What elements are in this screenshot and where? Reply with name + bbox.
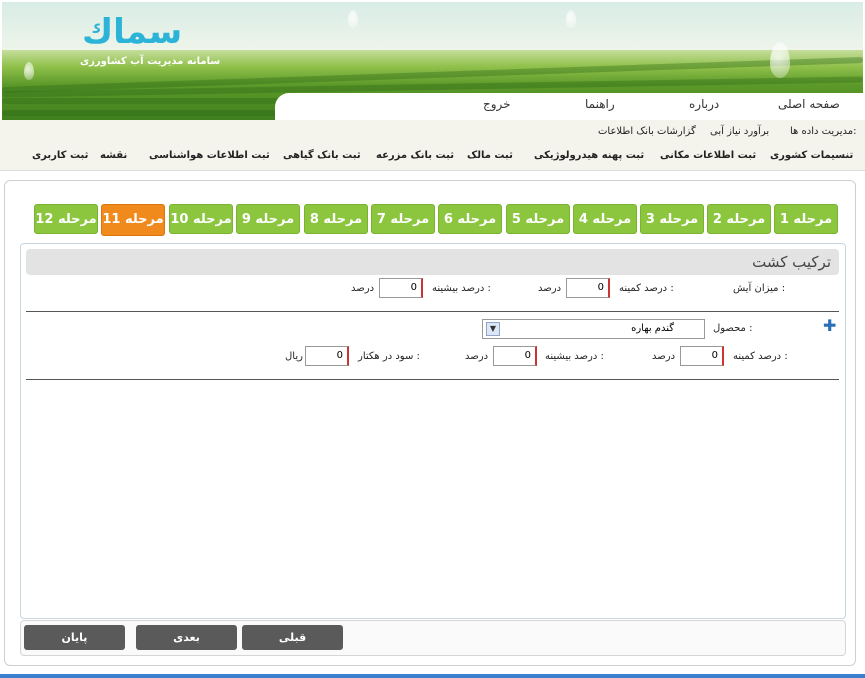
section-header: ترکیب کشت — [26, 249, 839, 275]
menu-row-2: تنسیمات کشوری ثبت اطلاعات مکانی ثبت پهنه… — [0, 142, 865, 171]
tab-step-12[interactable]: مرحله 12 — [34, 204, 98, 234]
logo[interactable]: سماك — [82, 12, 182, 52]
chevron-down-icon[interactable]: ▼ — [486, 322, 500, 336]
fallow-max-input[interactable]: 0 — [379, 278, 423, 298]
water-drop-icon — [24, 62, 34, 80]
tab-step-2[interactable]: مرحله 2 — [707, 204, 771, 234]
fallow-label: میزان آیش : — [733, 283, 786, 294]
nav-help[interactable]: راهنما — [585, 97, 615, 111]
nav-logout[interactable]: خروج — [483, 97, 511, 111]
crop-max-label: درصد بیشینه : — [545, 351, 604, 362]
water-drop-icon — [348, 10, 358, 28]
tab-step-10[interactable]: مرحله 10 — [169, 204, 233, 234]
water-drop-icon — [770, 42, 790, 78]
tab-step-7[interactable]: مرحله 7 — [371, 204, 435, 234]
tab-step-5[interactable]: مرحله 5 — [506, 204, 570, 234]
crop-max-input[interactable]: 0 — [493, 346, 537, 366]
top-nav: صفحه اصلی درباره راهنما خروج — [275, 93, 863, 120]
min-percent-label: درصد کمینه : — [619, 283, 674, 294]
max-percent-unit: درصد — [351, 283, 375, 294]
crop-min-input[interactable]: 0 — [680, 346, 724, 366]
divider — [26, 311, 839, 312]
profit-unit: ریال — [285, 351, 303, 362]
product-select[interactable]: ▼ گندم بهاره — [482, 319, 705, 339]
crop-max-unit: درصد — [465, 351, 489, 362]
tab-step-3[interactable]: مرحله 3 — [640, 204, 704, 234]
menu-user-register[interactable]: ثبت کاربری — [32, 150, 88, 161]
product-label: محصول : — [713, 323, 753, 334]
tab-step-6[interactable]: مرحله 6 — [438, 204, 502, 234]
profit-input[interactable]: 0 — [305, 346, 349, 366]
nav-about[interactable]: درباره — [689, 97, 719, 111]
nav-home[interactable]: صفحه اصلی — [778, 97, 840, 111]
menu-data-management: مدیریت داده ها: — [790, 126, 857, 137]
menu-country-divisions[interactable]: تنسیمات کشوری — [770, 150, 853, 161]
tab-step-8[interactable]: مرحله 8 — [304, 204, 368, 234]
crop-min-unit: درصد — [652, 351, 676, 362]
menu-plant-bank[interactable]: ثبت بانک گیاهی — [283, 150, 361, 161]
menu-weather-info[interactable]: ثبت اطلاعات هواشناسی — [149, 150, 270, 161]
menu-row-1: مدیریت داده ها: برآورد نیاز آبی گزارشات … — [0, 120, 865, 142]
next-button[interactable]: بعدی — [136, 625, 237, 650]
finish-button[interactable]: پایان — [24, 625, 125, 650]
max-percent-label: درصد بیشینه : — [432, 283, 491, 294]
tab-step-4[interactable]: مرحله 4 — [573, 204, 637, 234]
window-bottom-edge — [0, 674, 865, 678]
add-row-icon[interactable]: ✚ — [823, 316, 836, 335]
content-area — [20, 243, 846, 619]
step-tabs: مرحله 1 مرحله 2 مرحله 3 مرحله 4 مرحله 5 … — [32, 204, 844, 236]
crop-min-label: درصد کمینه : — [733, 351, 788, 362]
menu-hydrological-zone[interactable]: ثبت پهنه هیدرولوژیکی — [534, 150, 644, 161]
page: سماك سامانه مدیریت آب کشاورزی صفحه اصلی … — [0, 0, 865, 678]
profit-label: سود در هکتار : — [358, 351, 420, 362]
fallow-min-input[interactable]: 0 — [566, 278, 610, 298]
divider — [26, 379, 839, 380]
tab-step-11[interactable]: مرحله 11 — [101, 204, 165, 236]
menu-farm-bank[interactable]: ثبت بانک مزرعه — [376, 150, 454, 161]
water-drop-icon — [566, 10, 576, 28]
section-title: ترکیب کشت — [752, 253, 831, 271]
tab-step-1[interactable]: مرحله 1 — [774, 204, 838, 234]
menu-water-need[interactable]: برآورد نیاز آبی — [710, 126, 769, 137]
tab-step-9[interactable]: مرحله 9 — [236, 204, 300, 234]
menu-map[interactable]: نقشه — [100, 150, 127, 161]
min-percent-unit: درصد — [538, 283, 562, 294]
menu-owner[interactable]: ثبت مالک — [467, 150, 513, 161]
product-selected: گندم بهاره — [631, 323, 674, 334]
logo-subtitle: سامانه مدیریت آب کشاورزی — [80, 56, 221, 67]
menu-location-info[interactable]: ثبت اطلاعات مکانی — [660, 150, 756, 161]
prev-button[interactable]: قبلی — [242, 625, 343, 650]
menu-db-reports[interactable]: گزارشات بانک اطلاعات — [598, 126, 696, 137]
